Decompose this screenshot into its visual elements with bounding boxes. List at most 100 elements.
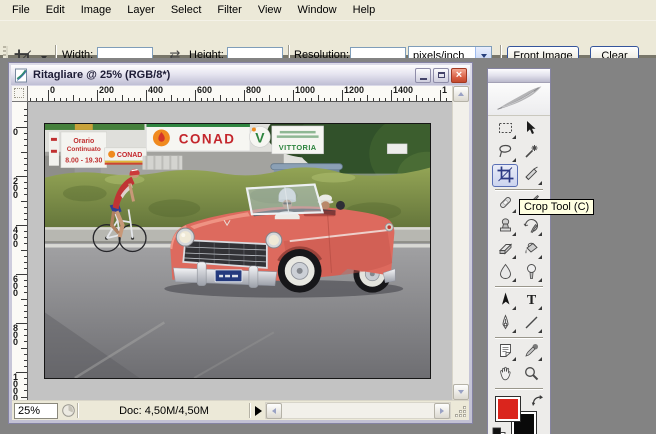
menu-edit[interactable]: Edit bbox=[38, 0, 73, 20]
status-bar: 25% Doc: 4,50M/4,50M bbox=[12, 400, 469, 420]
tool-crop[interactable] bbox=[492, 164, 518, 187]
ruler-tick bbox=[24, 292, 27, 293]
ruler-tick bbox=[24, 268, 27, 269]
toolbox-title-bar[interactable] bbox=[488, 69, 550, 83]
tool-eyedropper[interactable] bbox=[518, 340, 544, 363]
ruler-tick bbox=[385, 98, 386, 101]
ruler-tick bbox=[324, 98, 325, 101]
ruler-tick bbox=[24, 341, 27, 342]
conad-small-sign: CONAD bbox=[105, 148, 147, 165]
tool-magic-wand[interactable] bbox=[518, 141, 544, 164]
ruler-tick bbox=[256, 98, 257, 101]
menu-view[interactable]: View bbox=[250, 0, 290, 20]
ruler-tick bbox=[269, 95, 270, 101]
blur-icon bbox=[497, 263, 514, 283]
foreground-color-swatch[interactable] bbox=[495, 396, 521, 422]
ruler-tick bbox=[293, 90, 294, 101]
ruler-tick bbox=[24, 133, 27, 134]
scroll-right-button[interactable] bbox=[434, 403, 450, 419]
scroll-down-button[interactable] bbox=[453, 384, 469, 400]
ruler-origin-box[interactable] bbox=[12, 86, 28, 102]
vertical-ruler[interactable]: 02 0 04 0 06 0 08 0 01 0 0 0 bbox=[12, 102, 28, 400]
ruler-tick bbox=[360, 98, 361, 101]
vertical-scrollbar[interactable] bbox=[452, 86, 469, 400]
ruler-tick bbox=[201, 98, 202, 101]
menu-filter[interactable]: Filter bbox=[209, 0, 249, 20]
menu-image[interactable]: Image bbox=[73, 0, 120, 20]
ruler-tick bbox=[24, 311, 27, 312]
ruler-tick bbox=[213, 98, 214, 101]
tool-pen[interactable] bbox=[492, 312, 518, 335]
photoshop-feather-logo[interactable] bbox=[488, 83, 550, 116]
ruler-tick bbox=[318, 95, 319, 101]
menu-select[interactable]: Select bbox=[163, 0, 210, 20]
tool-history-brush[interactable] bbox=[518, 215, 544, 238]
ruler-tick bbox=[367, 95, 368, 101]
doc-size-info: Doc: 4,50M/4,50M bbox=[80, 403, 248, 419]
tool-clone-stamp[interactable] bbox=[492, 215, 518, 238]
type-icon: T bbox=[523, 291, 540, 311]
tool-move[interactable] bbox=[518, 118, 544, 141]
menu-help[interactable]: Help bbox=[345, 0, 384, 20]
tool-notes[interactable] bbox=[492, 340, 518, 363]
ruler-tick bbox=[226, 98, 227, 101]
ruler-tick bbox=[24, 366, 27, 367]
tool-zoom[interactable] bbox=[518, 363, 544, 386]
tool-type[interactable]: T bbox=[518, 289, 544, 312]
ruler-tick bbox=[24, 109, 27, 110]
ruler-tick bbox=[24, 158, 27, 159]
horizontal-ruler[interactable]: 02004006008001000120014001 bbox=[28, 86, 452, 102]
ruler-tick bbox=[158, 98, 159, 101]
tool-slice[interactable] bbox=[518, 164, 544, 187]
ruler-tick bbox=[24, 390, 27, 391]
menu-file[interactable]: File bbox=[4, 0, 38, 20]
ruler-tick bbox=[177, 98, 178, 101]
tool-blur[interactable] bbox=[492, 261, 518, 284]
document-body: 02004006008001000120014001 02 0 04 0 06 … bbox=[12, 86, 469, 420]
separator bbox=[249, 403, 251, 418]
ruler-tick bbox=[403, 98, 404, 101]
hand-icon bbox=[497, 365, 514, 385]
ruler-tick bbox=[299, 98, 300, 101]
document-title-bar[interactable]: Ritagliare @ 25% (RGB/8*) × bbox=[11, 65, 470, 85]
ruler-tick bbox=[232, 98, 233, 101]
scroll-left-button[interactable] bbox=[266, 403, 282, 419]
orario-text-2: Continuato bbox=[67, 146, 101, 153]
tool-lasso[interactable] bbox=[492, 141, 518, 164]
menu-layer[interactable]: Layer bbox=[119, 0, 163, 20]
scroll-up-button[interactable] bbox=[453, 86, 469, 102]
ruler-tick bbox=[24, 378, 27, 379]
menu-window[interactable]: Window bbox=[290, 0, 345, 20]
photo-ritagliare[interactable]: Orario Continuato 8.00 - 19.30 CONAD bbox=[44, 123, 431, 379]
close-button[interactable]: × bbox=[451, 68, 467, 83]
ruler-tick bbox=[24, 280, 27, 281]
canvas-area[interactable]: Orario Continuato 8.00 - 19.30 CONAD bbox=[28, 102, 452, 400]
horizontal-scrollbar[interactable] bbox=[265, 402, 451, 419]
document-icon bbox=[14, 68, 29, 83]
maximize-button[interactable] bbox=[433, 68, 449, 83]
ruler-tick bbox=[24, 145, 27, 146]
toolbox-palette: T bbox=[487, 68, 551, 434]
ruler-tick bbox=[195, 90, 196, 101]
ruler-tick bbox=[220, 95, 221, 101]
tool-hand[interactable] bbox=[492, 363, 518, 386]
tool-paint-bucket[interactable] bbox=[518, 238, 544, 261]
resize-grip[interactable] bbox=[453, 404, 468, 419]
minimize-button[interactable] bbox=[415, 68, 431, 83]
ruler-tick bbox=[24, 329, 27, 330]
swap-colors-icon[interactable] bbox=[531, 394, 544, 407]
default-colors-icon[interactable] bbox=[492, 427, 506, 434]
ruler-label: 1200 bbox=[344, 86, 364, 95]
tool-line[interactable] bbox=[518, 312, 544, 335]
tool-rectangular-marquee[interactable] bbox=[492, 118, 518, 141]
status-menu-arrow[interactable] bbox=[255, 406, 262, 416]
tool-dodge[interactable] bbox=[518, 261, 544, 284]
tool-healing-brush[interactable] bbox=[492, 192, 518, 215]
ruler-tick bbox=[348, 98, 349, 101]
zoom-level-field[interactable]: 25% bbox=[14, 403, 58, 419]
ruler-tick bbox=[24, 243, 27, 244]
color-swatches bbox=[492, 394, 546, 434]
tool-eraser[interactable] bbox=[492, 238, 518, 261]
photo-image: Orario Continuato 8.00 - 19.30 CONAD bbox=[45, 124, 430, 378]
tool-path-selection[interactable] bbox=[492, 289, 518, 312]
